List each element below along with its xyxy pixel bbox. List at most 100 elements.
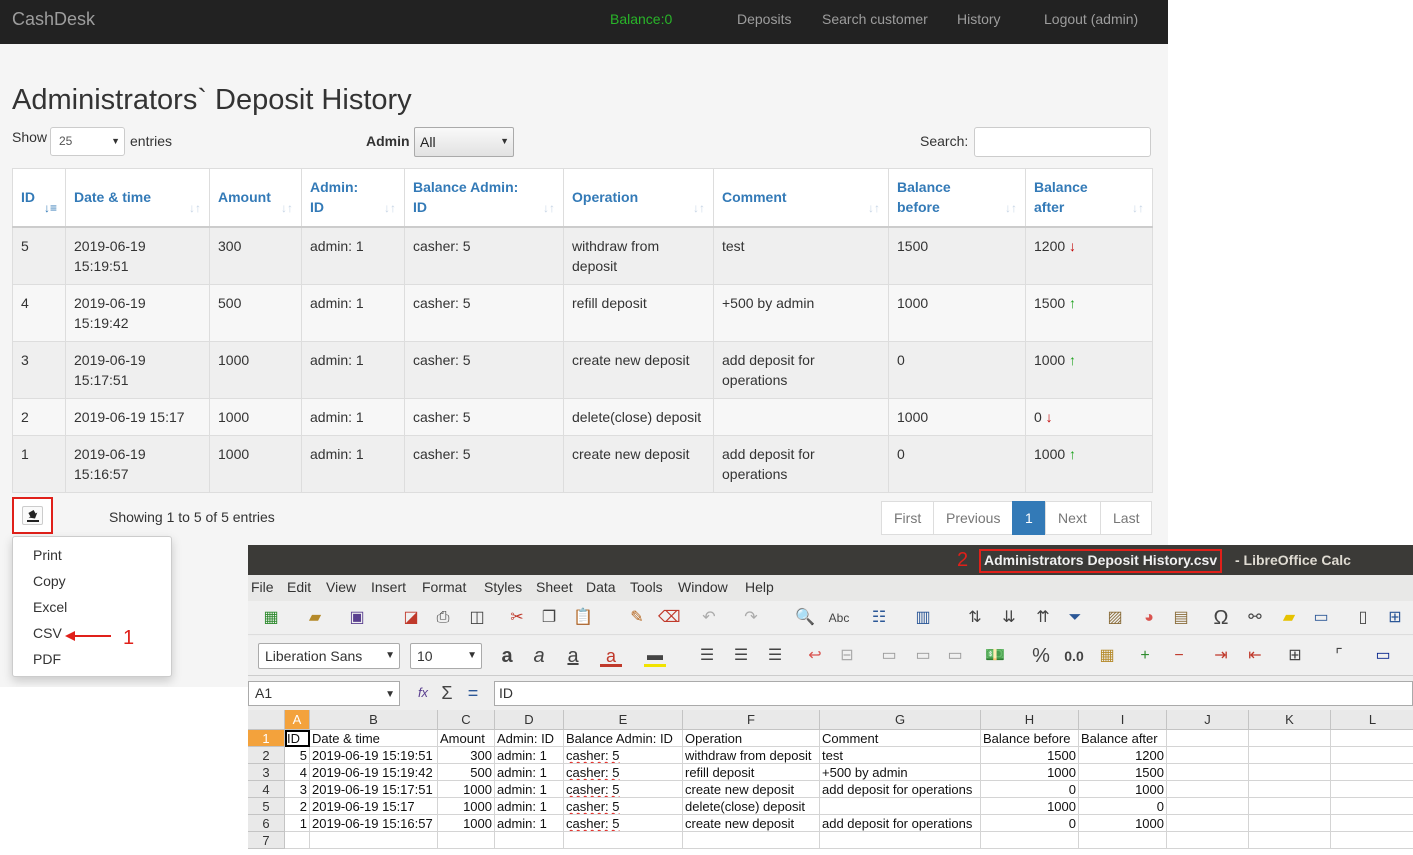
cell-f6[interactable]: create new deposit [683,815,820,832]
cell-l7[interactable] [1331,832,1413,849]
cell-h7[interactable] [981,832,1079,849]
row-header-6[interactable]: 6 [248,815,285,832]
nav-search-customer[interactable]: Search customer [822,11,928,27]
cell-h4[interactable]: 0 [981,781,1079,798]
cell-l3[interactable] [1331,764,1413,781]
align-center-icon[interactable]: ☰ [730,645,752,667]
col-header-operation[interactable]: Operation ↓↑ [563,168,714,228]
font-name-select[interactable]: Liberation Sans ▼ [258,643,400,669]
cell-d6[interactable]: admin: 1 [495,815,564,832]
menu-data[interactable]: Data [586,579,616,595]
entries-length-select[interactable]: 25 ▼ [50,127,125,156]
underline-icon[interactable]: a [562,645,584,667]
cell-f5[interactable]: delete(close) deposit [683,798,820,815]
col-header-admin-id[interactable]: Admin: ID ↓↑ [301,168,405,228]
cell-b2[interactable]: 2019-06-19 15:19:51 [310,747,438,764]
cell-j2[interactable] [1167,747,1249,764]
cell-l5[interactable] [1331,798,1413,815]
cell-e7[interactable] [564,832,683,849]
export-pdf-icon[interactable]: ◪ [400,607,422,629]
column-header-i[interactable]: I [1079,710,1167,730]
page-1[interactable]: 1 [1012,501,1046,535]
page-previous[interactable]: Previous [933,501,1013,535]
date-format-icon[interactable]: ▦ [1096,645,1118,667]
cell-a5[interactable]: 2 [285,798,310,815]
copy-icon[interactable]: ❐ [538,607,560,629]
column-icon[interactable]: ▥ [912,607,934,629]
align-top-icon[interactable]: ▭ [878,645,900,667]
cell-j1[interactable] [1167,730,1249,747]
column-header-c[interactable]: C [438,710,495,730]
column-header-b[interactable]: B [310,710,438,730]
cell-g4[interactable]: add deposit for operations [820,781,981,798]
align-left-icon[interactable]: ☰ [696,645,718,667]
sum-icon[interactable]: Σ [436,682,458,704]
cell-h5[interactable]: 1000 [981,798,1079,815]
cell-k5[interactable] [1249,798,1331,815]
cell-d5[interactable]: admin: 1 [495,798,564,815]
define-print-area-icon[interactable]: ▯ [1352,607,1374,629]
cell-l2[interactable] [1331,747,1413,764]
cell-e4[interactable]: casher: 5 [564,781,683,798]
column-header-j[interactable]: J [1167,710,1249,730]
cell-c3[interactable]: 500 [438,764,495,781]
cut-icon[interactable]: ✂ [506,607,528,629]
column-header-a[interactable]: A [285,710,310,730]
cell-a7[interactable] [285,832,310,849]
formula-input[interactable]: ID [494,681,1413,706]
cell-e6[interactable]: casher: 5 [564,815,683,832]
col-header-balance-after[interactable]: Balance after ↓↑ [1025,168,1153,228]
cell-c7[interactable] [438,832,495,849]
column-header-h[interactable]: H [981,710,1079,730]
column-header-d[interactable]: D [495,710,564,730]
cell-g3[interactable]: +500 by admin [820,764,981,781]
cell-i6[interactable]: 1000 [1079,815,1167,832]
menu-window[interactable]: Window [678,579,728,595]
column-header-k[interactable]: K [1249,710,1331,730]
cell-e1[interactable]: Balance Admin: ID [564,730,683,747]
formula-icon[interactable]: = [462,682,484,704]
export-csv[interactable]: CSV [33,625,62,641]
highlight-color-icon[interactable]: ▬ [644,645,666,667]
sort-descending-icon[interactable]: ⇈ [1032,607,1054,629]
spellcheck-icon[interactable]: Abc [828,607,850,629]
cell-l1[interactable] [1331,730,1413,747]
header-footer-icon[interactable]: ▭ [1310,607,1332,629]
col-header-balance-admin-id[interactable]: Balance Admin: ID ↓↑ [404,168,564,228]
paste-icon[interactable]: 📋 [572,607,594,629]
cell-b4[interactable]: 2019-06-19 15:17:51 [310,781,438,798]
nav-history[interactable]: History [957,11,1001,27]
row-icon[interactable]: ☷ [868,607,890,629]
function-wizard-icon[interactable]: fx [412,682,434,704]
cell-b5[interactable]: 2019-06-19 15:17 [310,798,438,815]
percent-format-icon[interactable]: % [1030,645,1052,667]
nav-deposits[interactable]: Deposits [737,11,791,27]
admin-filter-select[interactable]: All ▼ [414,127,514,157]
row-header-3[interactable]: 3 [248,764,285,781]
cell-f3[interactable]: refill deposit [683,764,820,781]
export-pdf[interactable]: PDF [33,651,61,667]
nav-logout[interactable]: Logout (admin) [1044,11,1138,27]
menu-styles[interactable]: Styles [484,579,522,595]
row-header-5[interactable]: 5 [248,798,285,815]
cell-d2[interactable]: admin: 1 [495,747,564,764]
select-all-corner[interactable] [248,710,285,730]
export-button[interactable] [12,497,53,534]
cell-j5[interactable] [1167,798,1249,815]
decrease-indent-icon[interactable]: ⇤ [1244,645,1266,667]
cell-g1[interactable]: Comment [820,730,981,747]
cell-b1[interactable]: Date & time [310,730,438,747]
cell-b6[interactable]: 2019-06-19 15:16:57 [310,815,438,832]
currency-format-icon[interactable]: 💵 [984,645,1006,667]
pivot-table-icon[interactable]: ▤ [1170,607,1192,629]
sort-icon[interactable]: ⇅ [964,607,986,629]
col-header-date[interactable]: Date & time ↓↑ [65,168,210,228]
cell-i4[interactable]: 1000 [1079,781,1167,798]
cell-d7[interactable] [495,832,564,849]
cell-g7[interactable] [820,832,981,849]
cell-j6[interactable] [1167,815,1249,832]
number-format-icon[interactable]: 0.0 [1060,645,1088,667]
cell-g2[interactable]: test [820,747,981,764]
cell-e2[interactable]: casher: 5 [564,747,683,764]
insert-chart-icon[interactable]: ◕ [1138,607,1160,629]
